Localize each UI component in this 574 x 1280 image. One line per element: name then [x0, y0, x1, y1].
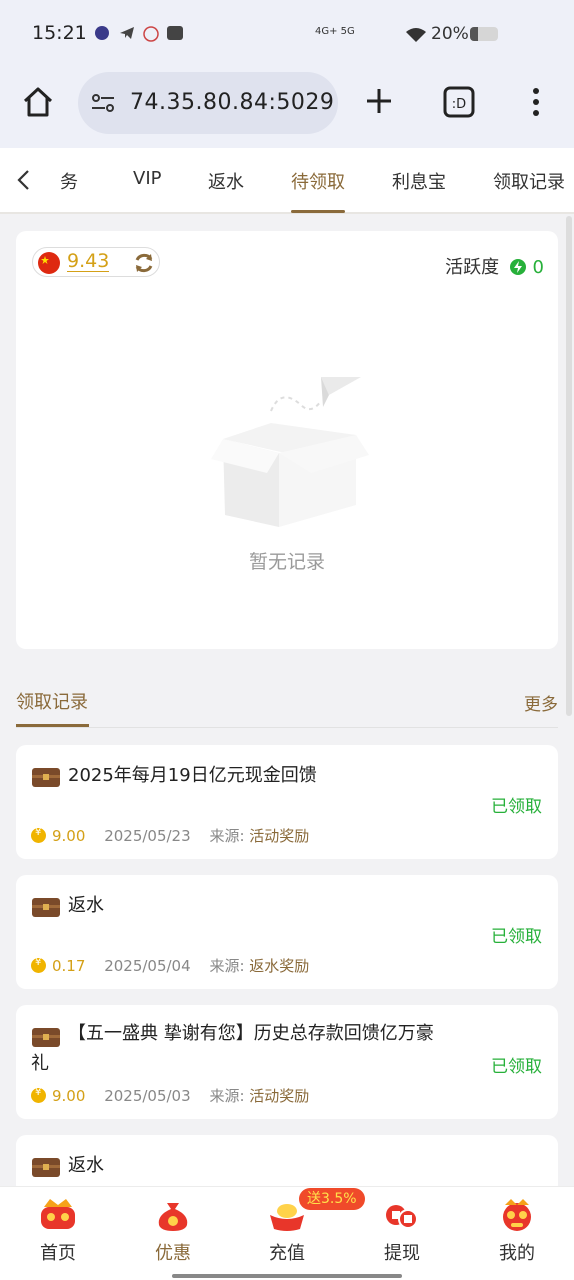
balance-amount: 9.43 — [67, 250, 110, 272]
record-meta: 0.17 2025/05/04 来源: 返水奖励 — [31, 955, 309, 976]
record-source: 活动奖励 — [249, 827, 310, 845]
treasure-chest-icon — [32, 768, 60, 787]
record-status: 已领取 — [491, 1057, 542, 1077]
record-source-label: 来源: — [209, 827, 245, 845]
browser-toolbar: 74.35.80.84:5029 :D — [0, 66, 574, 148]
telegram-icon — [120, 27, 134, 39]
section-title: 领取记录 — [16, 692, 88, 713]
record-source: 返水奖励 — [249, 957, 310, 975]
deposit-promo-badge: 送3.5% — [299, 1188, 365, 1210]
nav-withdraw-label: 提现 — [384, 1243, 420, 1264]
overflow-menu-icon[interactable] — [530, 86, 542, 118]
tab-active-indicator — [291, 210, 345, 213]
profile-lion-icon — [503, 1199, 531, 1231]
china-flag-icon — [38, 252, 60, 274]
pending-card: 9.43 活跃度 0 暂无记录 — [16, 231, 558, 649]
network-indicator: 4G+ 5G — [315, 26, 355, 37]
record-title: 返水 — [68, 1155, 104, 1176]
category-tabs: 务 VIP 返水 待领取 利息宝 领取记录 — [0, 148, 574, 214]
record-card[interactable]: 【五一盛典 挚谢有您】历史总存款回馈亿万豪礼 已领取 9.00 2025/05/… — [16, 1005, 558, 1119]
gesture-home-indicator[interactable] — [172, 1274, 402, 1278]
record-title: 返水 — [68, 895, 104, 916]
activity-indicator: 活跃度 0 — [445, 253, 544, 279]
url-text[interactable]: 74.35.80.84:5029 — [130, 90, 334, 115]
battery-percent: 20% — [431, 24, 469, 44]
record-amount: 0.17 — [52, 957, 86, 975]
record-card[interactable]: 返水 已领取 0.17 2025/05/04 来源: 返水奖励 — [16, 875, 558, 989]
record-title: 2025年每月19日亿元现金回馈 — [68, 765, 317, 786]
status-time: 15:21 — [32, 22, 87, 44]
lightning-icon — [509, 259, 526, 275]
new-tab-plus-icon[interactable] — [364, 86, 394, 116]
claim-records-header: 领取记录 更多 — [0, 668, 574, 730]
record-source: 活动奖励 — [249, 1087, 310, 1105]
home-icon[interactable] — [22, 86, 54, 118]
more-link[interactable]: 更多 — [524, 690, 558, 715]
empty-box-illustration — [211, 377, 369, 527]
battery-icon — [470, 27, 498, 41]
treasure-chest-icon — [32, 1158, 60, 1177]
coin-icon — [31, 1087, 46, 1103]
record-amount: 9.00 — [52, 827, 86, 845]
tab-switcher-icon[interactable]: :D — [443, 86, 475, 118]
treasure-chest-icon — [32, 898, 60, 917]
coin-icon — [31, 957, 46, 973]
tab-rebate[interactable]: 返水 — [208, 168, 244, 194]
coin-icon — [31, 827, 46, 843]
record-meta: 9.00 2025/05/23 来源: 活动奖励 — [31, 825, 309, 846]
scrollbar[interactable] — [566, 216, 572, 716]
nav-home-label: 首页 — [40, 1243, 76, 1264]
activity-value: 0 — [532, 257, 544, 278]
record-meta: 9.00 2025/05/03 来源: 活动奖励 — [31, 1085, 309, 1106]
tab-tasks[interactable]: 务 — [60, 168, 78, 194]
section-divider — [16, 727, 558, 728]
svg-text::D: :D — [452, 97, 466, 112]
chevron-left-icon[interactable] — [14, 168, 34, 192]
record-source-label: 来源: — [209, 957, 245, 975]
site-settings-icon[interactable] — [90, 92, 116, 114]
url-bar[interactable]: 74.35.80.84:5029 — [78, 72, 338, 134]
balance-pill: 9.43 — [32, 247, 160, 277]
nav-profile-label: 我的 — [499, 1243, 535, 1264]
section-title-underline — [16, 724, 89, 727]
tab-pending[interactable]: 待领取 — [291, 168, 345, 194]
tab-interest[interactable]: 利息宝 — [392, 168, 446, 194]
nav-deposit-label: 充值 — [269, 1243, 305, 1264]
record-title: 【五一盛典 挚谢有您】历史总存款回馈亿万豪礼 — [31, 1023, 434, 1074]
tab-vip[interactable]: VIP — [133, 168, 161, 189]
home-lion-icon — [41, 1199, 75, 1229]
status-bar: 15:21 4G+ 5G 20% — [0, 0, 574, 66]
message-icon — [167, 26, 183, 40]
record-amount: 9.00 — [52, 1087, 86, 1105]
record-date: 2025/05/03 — [104, 1087, 191, 1105]
notification-app-icon — [95, 26, 109, 40]
coins-icon — [386, 1205, 418, 1229]
empty-state-text: 暂无记录 — [248, 551, 325, 573]
record-date: 2025/05/23 — [104, 827, 191, 845]
refresh-icon[interactable] — [132, 251, 156, 275]
wifi-icon — [406, 28, 426, 42]
bottom-navigation: 首页 优惠 充值 提现 我的 — [0, 1186, 574, 1280]
record-card[interactable]: 2025年每月19日亿元现金回馈 已领取 9.00 2025/05/23 来源:… — [16, 745, 558, 859]
record-status: 已领取 — [491, 927, 542, 947]
tab-claim-history[interactable]: 领取记录 — [493, 168, 565, 194]
nav-promotions-label: 优惠 — [155, 1243, 191, 1264]
record-date: 2025/05/04 — [104, 957, 191, 975]
record-status: 已领取 — [491, 797, 542, 817]
activity-label: 活跃度 — [445, 257, 500, 278]
money-bag-icon — [158, 1203, 188, 1231]
cat-app-icon — [143, 26, 159, 42]
record-source-label: 来源: — [209, 1087, 245, 1105]
